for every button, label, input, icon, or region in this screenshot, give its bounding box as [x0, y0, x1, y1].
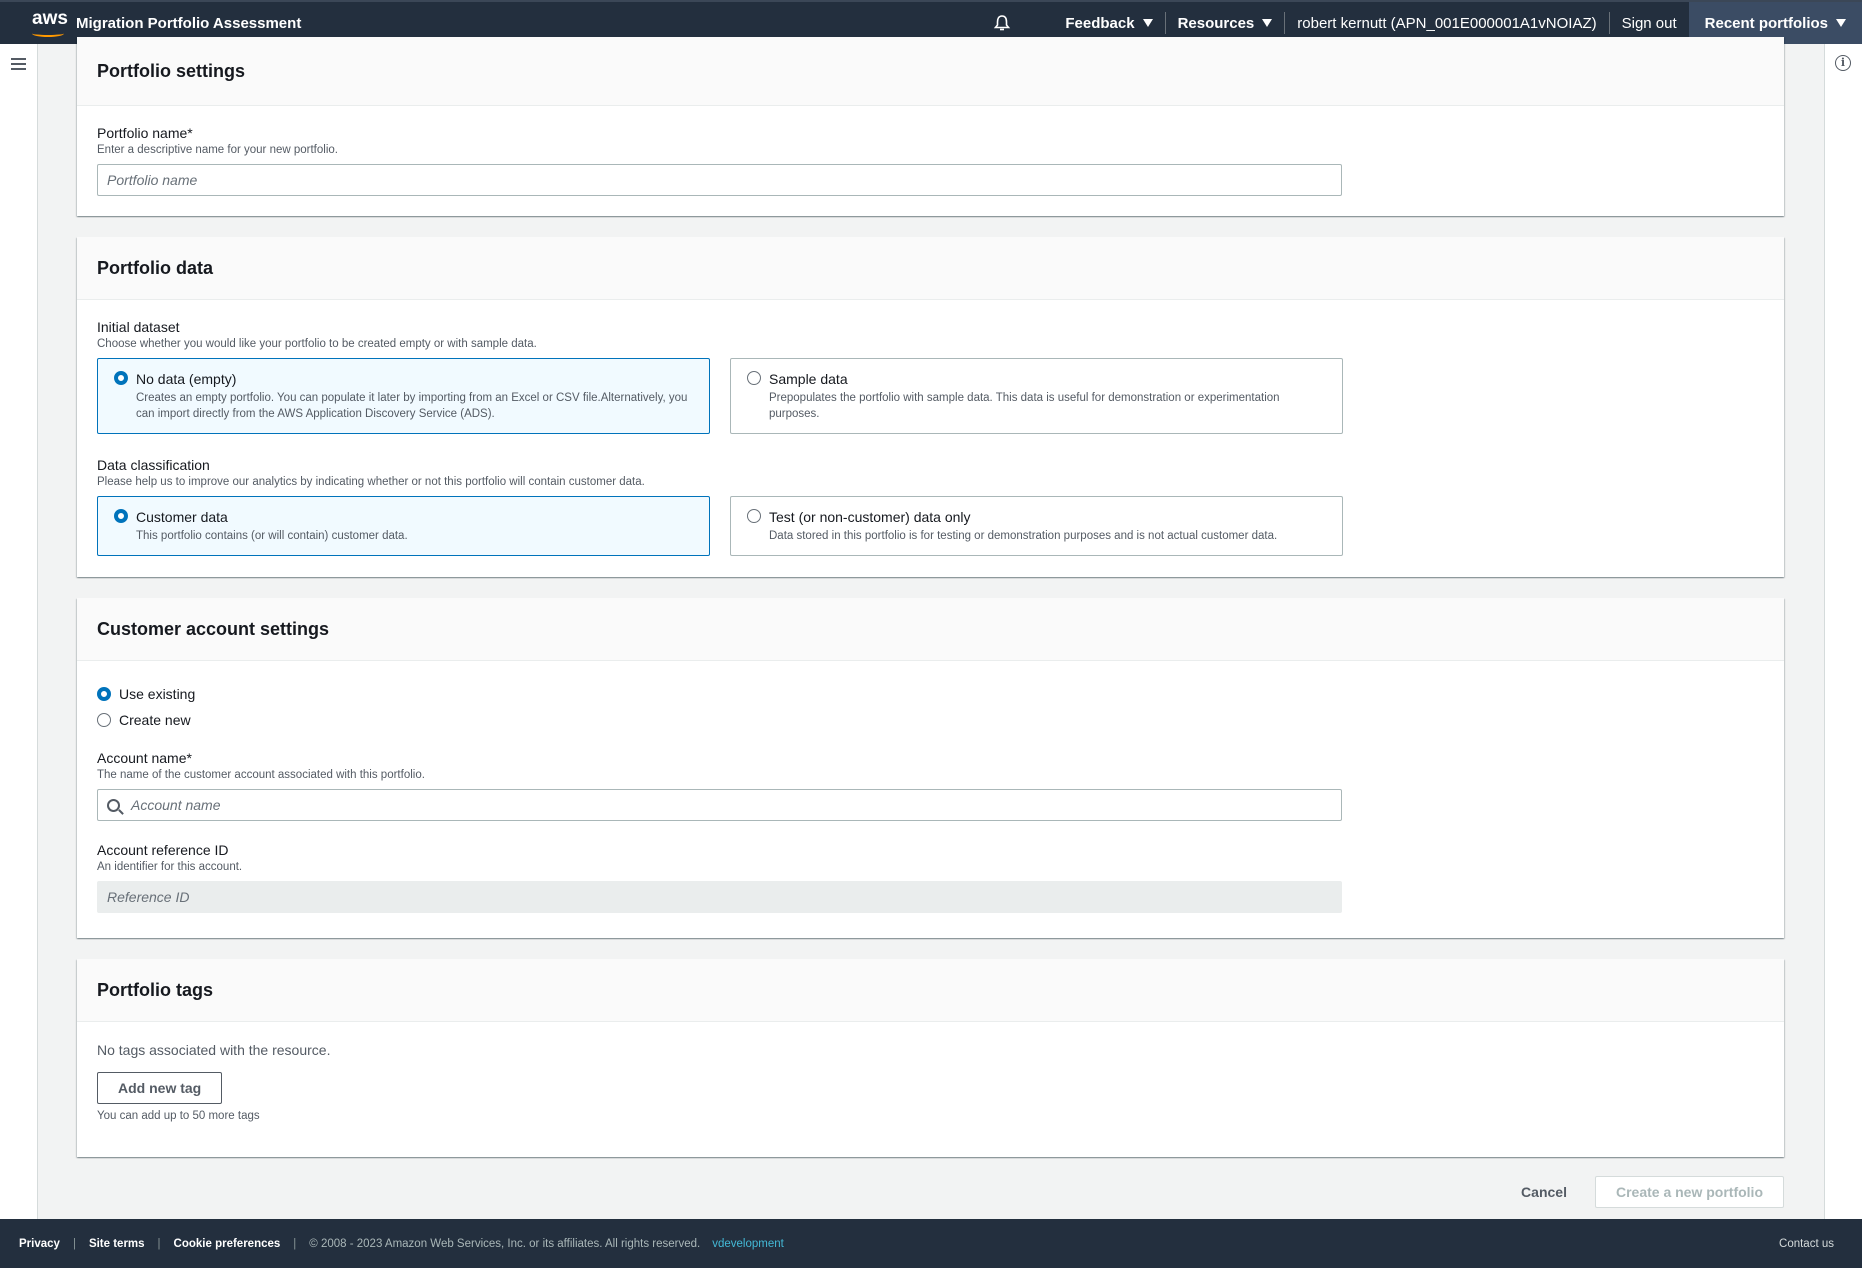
option-label: Use existing	[119, 686, 196, 702]
user-name[interactable]: robert kernutt (APN_001E000001A1vNOIAZ)	[1285, 12, 1608, 34]
site-terms-link[interactable]: Site terms	[89, 1238, 145, 1250]
radio-unselected-icon[interactable]	[747, 509, 761, 523]
test-data-tile[interactable]: Test (or non-customer) data only Data st…	[730, 496, 1343, 556]
aws-smile-icon	[32, 30, 64, 37]
panel-title: Portfolio tags	[97, 979, 213, 1000]
use-existing-option[interactable]: Use existing	[97, 681, 1764, 707]
copyright-text: © 2008 - 2023 Amazon Web Services, Inc. …	[309, 1237, 701, 1250]
portfolio-data-panel: Portfolio data Initial dataset Choose wh…	[77, 237, 1784, 577]
portfolio-name-description: Enter a descriptive name for your new po…	[97, 144, 338, 156]
radio-selected-icon[interactable]	[97, 687, 111, 701]
no-data-tile[interactable]: No data (empty) Creates an empty portfol…	[97, 358, 710, 434]
account-name-search-input[interactable]: Account name	[97, 789, 1342, 821]
hamburger-menu-icon[interactable]	[11, 58, 26, 71]
data-classification-label: Data classification	[97, 457, 210, 473]
panel-header: Portfolio data	[77, 237, 1784, 300]
customer-data-tile[interactable]: Customer data This portfolio contains (o…	[97, 496, 710, 556]
panel-title: Portfolio settings	[97, 60, 245, 81]
caret-down-icon	[1262, 19, 1273, 27]
portfolio-name-label: Portfolio name*	[97, 125, 193, 141]
account-name-placeholder: Account name	[131, 797, 221, 813]
initial-dataset-tiles: No data (empty) Creates an empty portfol…	[97, 358, 1764, 434]
tools-panel-rail: i	[1824, 44, 1862, 1219]
tile-description: This portfolio contains (or will contain…	[136, 530, 408, 542]
aws-logo-text: aws	[32, 8, 68, 29]
radio-selected-icon[interactable]	[114, 371, 128, 385]
divider: |	[72, 1237, 76, 1250]
portfolio-name-input[interactable]: Portfolio name	[97, 164, 1342, 196]
contact-us-link[interactable]: Contact us	[1779, 1238, 1834, 1250]
create-portfolio-button[interactable]: Create a new portfolio	[1594, 1176, 1784, 1208]
tile-description: Creates an empty portfolio. You can popu…	[136, 392, 688, 420]
privacy-link[interactable]: Privacy	[19, 1238, 60, 1250]
caret-down-icon	[1142, 19, 1153, 27]
tile-title: No data (empty)	[136, 371, 237, 387]
account-name-label: Account name*	[97, 750, 192, 766]
divider: |	[293, 1237, 297, 1250]
add-new-tag-button[interactable]: Add new tag	[97, 1072, 223, 1104]
sign-out-link[interactable]: Sign out	[1610, 12, 1689, 34]
form-actions: Cancel Create a new portfolio	[1521, 1176, 1784, 1208]
divider: |	[157, 1237, 161, 1250]
tile-title: Test (or non-customer) data only	[769, 509, 971, 525]
panel-title: Customer account settings	[97, 618, 330, 639]
tile-title: Sample data	[769, 371, 848, 387]
aws-logo[interactable]: aws	[26, 8, 76, 38]
portfolio-tags-panel: Portfolio tags No tags associated with t…	[77, 959, 1784, 1157]
recent-portfolios-label: Recent portfolios	[1704, 14, 1828, 32]
account-name-description: The name of the customer account associa…	[97, 769, 425, 781]
resources-menu[interactable]: Resources	[1166, 12, 1285, 34]
feedback-label: Feedback	[1065, 14, 1135, 32]
panel-header: Customer account settings	[77, 598, 1784, 661]
account-reference-id-label: Account reference ID	[97, 842, 229, 858]
create-new-option[interactable]: Create new	[97, 707, 1764, 733]
tile-title: Customer data	[136, 509, 228, 525]
option-label: Create new	[119, 712, 191, 728]
radio-unselected-icon[interactable]	[97, 713, 111, 727]
cookie-preferences-link[interactable]: Cookie preferences	[174, 1238, 281, 1250]
environment-label: vdevelopment	[712, 1237, 784, 1250]
sample-data-tile[interactable]: Sample data Prepopulates the portfolio w…	[730, 358, 1343, 434]
radio-selected-icon[interactable]	[114, 509, 128, 523]
tile-description: Data stored in this portfolio is for tes…	[769, 530, 1278, 542]
data-classification-tiles: Customer data This portfolio contains (o…	[97, 496, 1764, 556]
caret-down-icon	[1836, 19, 1846, 27]
portfolio-name-placeholder: Portfolio name	[107, 172, 198, 188]
customer-account-settings-panel: Customer account settings Use existing C…	[77, 598, 1784, 938]
portfolio-settings-panel: Portfolio settings Portfolio name* Enter…	[77, 37, 1784, 216]
reference-id-placeholder: Reference ID	[107, 889, 190, 905]
radio-unselected-icon[interactable]	[747, 371, 761, 385]
resources-label: Resources	[1177, 14, 1255, 32]
account-reference-id-input: Reference ID	[97, 881, 1342, 913]
account-reference-id-description: An identifier for this account.	[97, 861, 243, 873]
notifications-bell-icon[interactable]	[993, 14, 1011, 32]
initial-dataset-label: Initial dataset	[97, 319, 180, 335]
feedback-menu[interactable]: Feedback	[1053, 12, 1164, 34]
tag-limit-text: You can add up to 50 more tags	[97, 1110, 260, 1122]
panel-title: Portfolio data	[97, 257, 213, 278]
no-tags-message: No tags associated with the resource.	[97, 1042, 331, 1058]
cancel-button[interactable]: Cancel	[1521, 1184, 1567, 1200]
data-classification-description: Please help us to improve our analytics …	[97, 476, 645, 488]
footer: Privacy | Site terms | Cookie preference…	[0, 1219, 1862, 1268]
app-title[interactable]: Migration Portfolio Assessment	[76, 15, 301, 32]
panel-header: Portfolio settings	[77, 37, 1784, 106]
panel-header: Portfolio tags	[77, 959, 1784, 1022]
search-icon	[107, 798, 120, 812]
info-icon[interactable]: i	[1835, 55, 1851, 71]
initial-dataset-description: Choose whether you would like your portf…	[97, 338, 537, 350]
tile-description: Prepopulates the portfolio with sample d…	[769, 392, 1280, 420]
side-navigation-rail	[0, 44, 38, 1219]
